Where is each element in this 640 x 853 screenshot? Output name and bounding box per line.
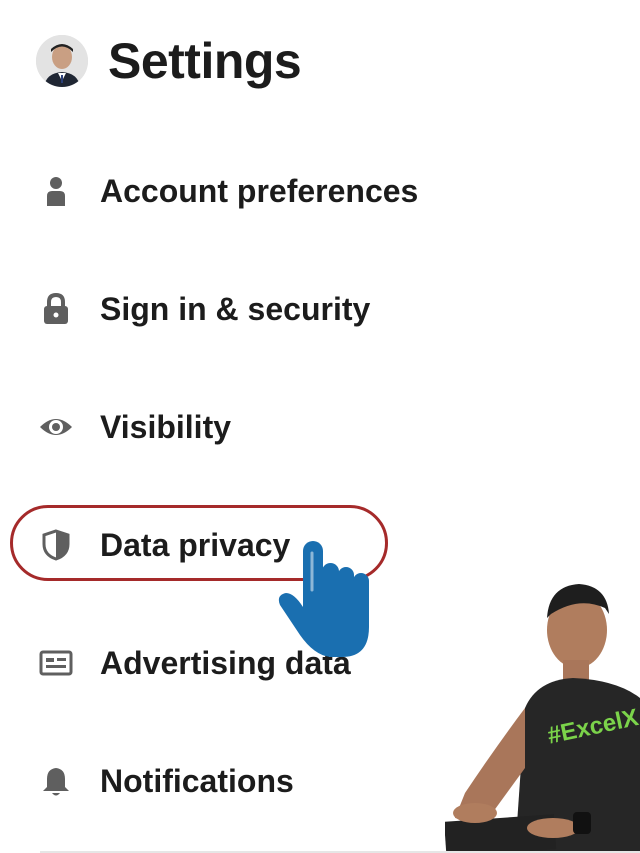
avatar-image: [36, 35, 88, 87]
ad-card-icon: [36, 643, 76, 683]
avatar[interactable]: [36, 35, 88, 87]
menu-item-notifications[interactable]: Notifications: [36, 746, 436, 816]
person-icon: [36, 171, 76, 211]
menu-item-label: Advertising data: [100, 644, 351, 681]
menu-item-label: Data privacy: [100, 526, 291, 563]
bell-icon: [36, 761, 76, 801]
menu-item-label: Visibility: [100, 408, 232, 445]
menu-item-label: Notifications: [100, 762, 294, 799]
page-title: Settings: [108, 33, 302, 89]
settings-screen: Settings Account preferences Sign in & s…: [0, 0, 640, 853]
menu-item-visibility[interactable]: Visibility: [36, 392, 436, 462]
menu-item-advertising-data[interactable]: Advertising data: [36, 628, 436, 698]
settings-header: Settings: [36, 32, 302, 90]
menu-item-sign-in-security[interactable]: Sign in & security: [36, 274, 436, 344]
menu-item-data-privacy[interactable]: Data privacy: [36, 510, 436, 580]
menu-item-label: Sign in & security: [100, 290, 371, 327]
lock-icon: [36, 289, 76, 329]
presenter-video-overlay: #ExcelX: [445, 568, 640, 853]
menu-item-account-preferences[interactable]: Account preferences: [36, 156, 436, 226]
shield-icon: [36, 525, 76, 565]
menu-item-label: Account preferences: [100, 172, 419, 209]
eye-icon: [36, 407, 76, 447]
